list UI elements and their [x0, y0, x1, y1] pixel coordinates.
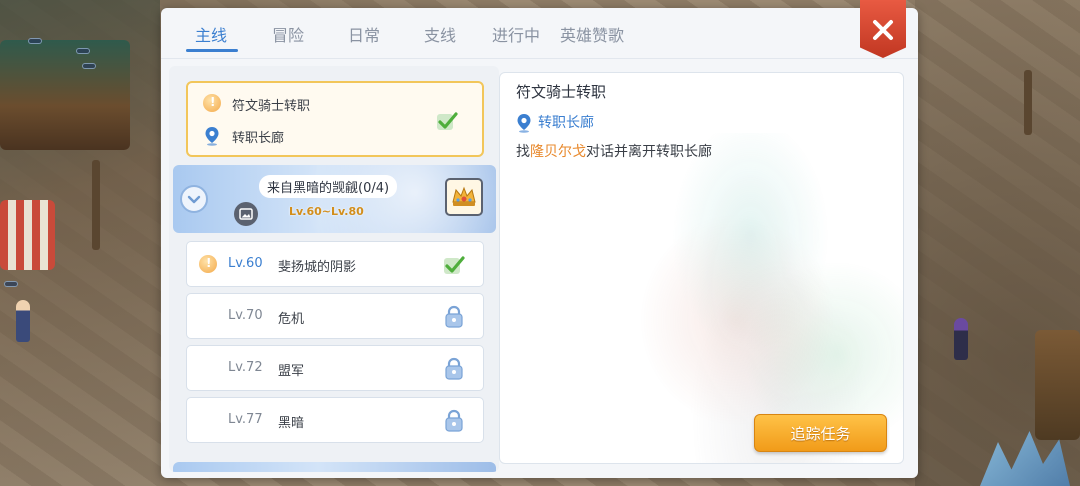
- quest-level: Lv.72: [228, 360, 263, 375]
- track-quest-button[interactable]: 追踪任务: [754, 414, 887, 452]
- striped-awning: [0, 200, 55, 270]
- quest-name: 黑暗: [278, 416, 305, 431]
- location-pin-icon: [517, 114, 531, 133]
- quest-level: Lv.60: [228, 256, 263, 271]
- chevron-down-icon: [187, 195, 201, 204]
- exclamation-icon: !: [199, 255, 217, 273]
- check-icon: [444, 256, 465, 274]
- active-tab-indicator: [186, 49, 238, 52]
- current-quest-title: 符文骑士转职: [232, 99, 311, 114]
- exclamation-icon: !: [203, 94, 221, 112]
- quest-detail: 符文骑士转职 转职长廊 找隆贝尔戈对话并离开转职长廊 追踪任务: [499, 72, 904, 464]
- lock-icon: [445, 409, 463, 432]
- quest-level: Lv.77: [228, 412, 263, 427]
- tab-daily[interactable]: 日常: [348, 22, 380, 46]
- check-icon: [437, 112, 458, 130]
- quest-name: 危机: [278, 312, 305, 327]
- current-quest-location: 转职长廊: [232, 131, 285, 146]
- tab-side[interactable]: 支线: [424, 22, 456, 46]
- street-lamp: [92, 160, 100, 250]
- location-pin-icon: [205, 127, 219, 146]
- tab-main[interactable]: 主线: [195, 22, 227, 46]
- npc-sign: [4, 281, 18, 287]
- tab-divider: [161, 58, 918, 59]
- tab-adventure[interactable]: 冒险: [272, 22, 304, 46]
- quest-row[interactable]: ! Lv.60 斐扬城的阴影: [186, 241, 484, 287]
- desc-suffix: 对话并离开转职长廊: [586, 144, 712, 160]
- npc-sign: [28, 38, 42, 44]
- quest-level: Lv.70: [228, 308, 263, 323]
- tab-hero-anthem[interactable]: 英雄赞歌: [560, 22, 624, 46]
- quest-name: 斐扬城的阴影: [278, 260, 357, 275]
- collapse-toggle[interactable]: [180, 185, 208, 213]
- desc-prefix: 找: [516, 144, 530, 160]
- quest-list[interactable]: ! 符文骑士转职 转职长廊 来自黑暗的觊觎(0/4) Lv.60~Lv.80 !…: [169, 66, 499, 472]
- next-chapter-header[interactable]: [173, 462, 496, 472]
- npc-sign: [82, 63, 96, 69]
- chapter-header[interactable]: 来自黑暗的觊觎(0/4) Lv.60~Lv.80: [173, 165, 496, 233]
- market-stall: [0, 40, 130, 150]
- npc-character[interactable]: [954, 318, 968, 360]
- quest-row[interactable]: Lv.72 盟军: [186, 345, 484, 391]
- npc-name-link[interactable]: 隆贝尔戈: [530, 144, 586, 160]
- close-button[interactable]: [860, 0, 906, 58]
- quest-row[interactable]: Lv.77 黑暗: [186, 397, 484, 443]
- street-lamp: [1024, 70, 1032, 135]
- npc-sign: [76, 48, 90, 54]
- detail-location: 转职长廊: [538, 115, 594, 131]
- quest-row[interactable]: Lv.70 危机: [186, 293, 484, 339]
- detail-description: 找隆贝尔戈对话并离开转职长廊: [516, 141, 712, 161]
- close-icon: [873, 20, 893, 40]
- quest-panel: 主线 冒险 日常 支线 进行中 英雄赞歌 ! 符文骑士转职 转职长廊 来自黑暗的…: [161, 0, 918, 478]
- tab-in-progress[interactable]: 进行中: [492, 22, 540, 46]
- detail-title: 符文骑士转职: [516, 83, 607, 101]
- flower-cart: [1035, 330, 1080, 440]
- image-icon[interactable]: [234, 202, 258, 226]
- chapter-reward-icon[interactable]: [445, 178, 483, 216]
- lock-icon: [445, 357, 463, 380]
- lock-icon: [445, 305, 463, 328]
- chapter-title: 来自黑暗的觊觎(0/4): [259, 175, 398, 198]
- chapter-level-range: Lv.60~Lv.80: [289, 205, 364, 218]
- npc-character[interactable]: [16, 300, 30, 342]
- quest-tabs: 主线 冒险 日常 支线 进行中 英雄赞歌: [161, 8, 861, 58]
- current-quest-card[interactable]: ! 符文骑士转职 转职长廊: [186, 81, 484, 157]
- quest-name: 盟军: [278, 364, 305, 379]
